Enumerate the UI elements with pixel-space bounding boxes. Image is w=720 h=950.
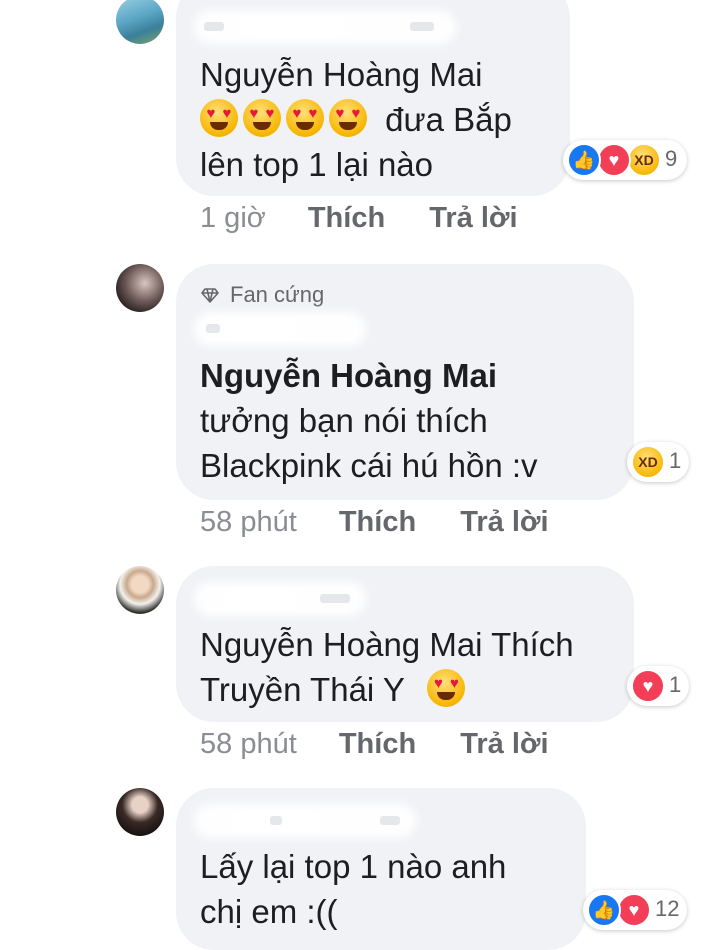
heart-eyes-emoji-icon: ♥ ♥ — [329, 99, 367, 137]
reaction-summary[interactable]: 👍 ♥ 12 — [583, 890, 687, 930]
like-icon: 👍 — [567, 143, 601, 177]
comment-text: đưa Bắp — [385, 101, 512, 138]
reaction-summary[interactable]: 👍 ♥ XD 9 — [563, 140, 687, 180]
mention-name[interactable]: Nguyễn Hoàng Mai — [200, 353, 497, 398]
like-icon: 👍 — [587, 893, 621, 927]
love-icon: ♥ — [617, 893, 651, 927]
fan-badge-label: Fan cứng — [230, 282, 325, 307]
like-button[interactable]: Thích — [308, 202, 385, 234]
haha-icon: XD — [631, 445, 665, 479]
redacted-author-name — [200, 810, 410, 832]
like-button[interactable]: Thích — [339, 728, 416, 760]
avatar[interactable] — [116, 566, 164, 614]
heart-eyes-emoji-icon: ♥ ♥ — [243, 99, 281, 137]
diamond-icon — [201, 288, 219, 303]
reaction-count: 1 — [669, 672, 682, 697]
reply-button[interactable]: Trả lời — [460, 506, 548, 538]
like-button[interactable]: Thích — [339, 506, 416, 538]
comment-timestamp[interactable]: 1 giờ — [200, 202, 266, 234]
haha-icon: XD — [627, 143, 661, 177]
reply-button[interactable]: Trả lời — [429, 202, 517, 234]
reaction-count: 9 — [665, 146, 678, 171]
comment-4: Lấy lại top 1 nào anh chị em :(( 👍 ♥ 12 — [0, 780, 720, 950]
comment-text-line: Nguyễn Hoàng Mai Thích — [200, 626, 574, 663]
avatar[interactable] — [116, 788, 164, 836]
comment-text-line: ♥ ♥ ♥ ♥ ♥ ♥ ♥ ♥ đưa Bắp — [200, 97, 512, 142]
comment-2: Fan cứng Nguyễn Hoàng Mai tưởng bạn nói … — [0, 260, 720, 550]
heart-eyes-emoji-icon: ♥ ♥ — [200, 99, 238, 137]
comment-text-line: tưởng bạn nói thích — [200, 402, 488, 439]
comment-text-line: Blackpink cái hú hồn :v — [200, 447, 538, 484]
redacted-author-name — [200, 318, 360, 340]
comment-text: Truyền Thái Y — [200, 671, 405, 708]
comment-actions: 1 giờ Thích Trả lời — [200, 202, 518, 235]
comment-text-line: chị em :(( — [200, 893, 338, 930]
avatar[interactable] — [116, 0, 164, 44]
heart-eyes-emoji-icon: ♥ ♥ — [427, 669, 466, 707]
reaction-count: 1 — [669, 448, 682, 473]
comment-actions: 58 phút Thích Trả lời — [200, 728, 549, 761]
comment-3: Nguyễn Hoàng Mai Thích Truyền Thái Y ♥ ♥ … — [0, 560, 720, 780]
reaction-summary[interactable]: XD 1 — [627, 442, 689, 482]
comment-text-line: Lấy lại top 1 nào anh — [200, 848, 507, 885]
comment-text-line: lên top 1 lại nào — [200, 146, 434, 183]
comment-actions: 58 phút Thích Trả lời — [200, 506, 549, 539]
redacted-author-name — [200, 16, 450, 38]
comment-text-line: Truyền Thái Y ♥ ♥ — [200, 667, 470, 712]
comment-timestamp[interactable]: 58 phút — [200, 506, 297, 538]
reply-button[interactable]: Trả lời — [460, 728, 548, 760]
comment-1: Nguyễn Hoàng Mai ♥ ♥ ♥ ♥ ♥ ♥ ♥ ♥ đưa Bắp lên to… — [0, 0, 720, 240]
comment-text-line: Nguyễn Hoàng Mai — [200, 56, 483, 93]
avatar[interactable] — [116, 264, 164, 312]
comment-timestamp[interactable]: 58 phút — [200, 728, 297, 760]
reaction-summary[interactable]: ♥ 1 — [627, 666, 689, 706]
redacted-author-name — [200, 588, 360, 610]
love-icon: ♥ — [631, 669, 665, 703]
love-icon: ♥ — [597, 143, 631, 177]
reaction-count: 12 — [655, 896, 680, 921]
heart-eyes-emoji-icon: ♥ ♥ — [286, 99, 324, 137]
